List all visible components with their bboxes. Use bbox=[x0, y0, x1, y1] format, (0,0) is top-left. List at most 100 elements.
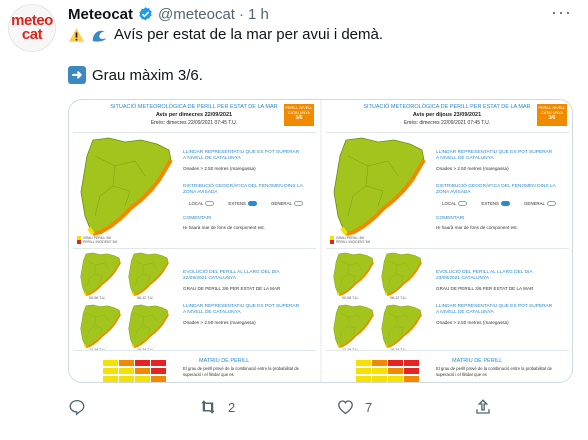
period-map-graphic bbox=[80, 304, 121, 348]
matrix-title: MATRIU DE PERILL bbox=[199, 358, 250, 364]
danger-level-badge: PERILL NIVELL CATALUNYA 3/6 bbox=[284, 104, 314, 126]
option-label: LOCAL bbox=[189, 201, 204, 206]
territory-shape bbox=[80, 304, 121, 348]
matrix-cell bbox=[119, 360, 134, 366]
matrix-cell bbox=[135, 376, 150, 382]
main-map bbox=[73, 136, 177, 236]
period-label: 00-06 T.U. bbox=[89, 296, 106, 300]
tweet-text-2: Grau màxim 3/6. bbox=[92, 66, 203, 84]
matrix-cell bbox=[103, 368, 118, 374]
option-radio bbox=[247, 201, 257, 207]
matrix-cell bbox=[372, 368, 387, 374]
share-button[interactable] bbox=[474, 396, 492, 418]
distribution-option: LOCAL bbox=[189, 201, 215, 207]
retweet-button[interactable]: 2 bbox=[198, 396, 235, 418]
territory-shape bbox=[333, 304, 374, 348]
divider bbox=[326, 248, 569, 249]
matrix-cell bbox=[356, 360, 371, 366]
option-radio bbox=[293, 201, 303, 207]
matrix-cell bbox=[404, 376, 419, 382]
matrix-cell bbox=[404, 360, 419, 366]
heart-icon bbox=[338, 400, 353, 415]
separator-dot: · bbox=[238, 5, 244, 23]
matrix-cell bbox=[135, 368, 150, 374]
divider bbox=[326, 132, 569, 133]
distribution-option: EXTENS bbox=[228, 201, 257, 207]
period-map-graphic bbox=[128, 304, 169, 348]
matrix-cell bbox=[372, 376, 387, 382]
like-count: 7 bbox=[365, 399, 373, 415]
period-map-graphic bbox=[333, 304, 374, 348]
matrix-cell bbox=[372, 360, 387, 366]
period-label: 00-06 T.U. bbox=[342, 296, 359, 300]
matrix-cell bbox=[135, 360, 150, 366]
tweet-header: Meteocat @meteocat · 1 h bbox=[68, 4, 269, 24]
territory-shape bbox=[333, 252, 374, 296]
badge-label: PERILL NIVELL CATALUNYA bbox=[538, 106, 566, 115]
period-map-graphic bbox=[333, 252, 374, 296]
legend-item-b: PERILL INCIDENT 3/6 bbox=[330, 240, 430, 245]
avatar[interactable]: meteo cat bbox=[8, 4, 56, 52]
timestamp[interactable]: 1 h bbox=[248, 6, 269, 23]
territory-shape bbox=[333, 137, 425, 235]
option-radio bbox=[546, 201, 556, 207]
distribution-option: LOCAL bbox=[442, 201, 468, 207]
catalonia-map-graphic bbox=[333, 137, 426, 236]
matrix-cell bbox=[388, 376, 403, 382]
matrix-text: El grau de perill prové de la combinació… bbox=[183, 366, 299, 377]
badge-value: 3/6 bbox=[295, 115, 303, 121]
evolution-title: EVOLUCIÓ DEL PERILL AL LLARG DEL DIA 22/… bbox=[183, 270, 280, 281]
water-wave-icon bbox=[92, 30, 107, 42]
warning-image-right[interactable]: SITUACIÓ METEOROLÒGICA DE PERILL PER EST… bbox=[322, 100, 572, 382]
period-map-graphic bbox=[80, 252, 121, 296]
period-map bbox=[125, 304, 171, 348]
distribution-option: GENERAL bbox=[524, 201, 556, 207]
period-map bbox=[378, 252, 424, 296]
threshold-value: Onades > 2.50 metres (maregassa) bbox=[436, 166, 509, 171]
territory-shape bbox=[128, 304, 169, 348]
period-map bbox=[330, 304, 376, 348]
distribution-option: EXTENS bbox=[481, 201, 510, 207]
catalonia-map-graphic bbox=[80, 137, 173, 236]
legend-item-b: PERILL INCIDENT 3/6 bbox=[77, 240, 177, 245]
tweet-text-line2: ➜ Grau màxim 3/6. bbox=[68, 66, 203, 84]
comment-title: COMENTARI bbox=[183, 216, 212, 221]
matrix-cell bbox=[151, 376, 166, 382]
territory-shape bbox=[381, 252, 422, 296]
threshold2-title: LLINDAR REPRESENTATIU QUE ES POT SUPERAR… bbox=[183, 304, 300, 315]
tweet-actions: 2 7 bbox=[68, 396, 508, 418]
right-arrow-icon: ➜ bbox=[68, 66, 86, 84]
divider bbox=[73, 350, 316, 351]
distribution-title: DISTRIBUCIÓ GEOGRÀFICA DEL FENOMEN DINS … bbox=[436, 184, 556, 195]
matrix-cell bbox=[119, 376, 134, 382]
user-handle[interactable]: @meteocat bbox=[158, 6, 235, 23]
tweet-media[interactable]: SITUACIÓ METEOROLÒGICA DE PERILL PER EST… bbox=[68, 99, 573, 383]
danger-matrix bbox=[75, 356, 169, 382]
reply-button[interactable] bbox=[68, 396, 86, 418]
comment-title: COMENTARI bbox=[436, 216, 465, 221]
threshold2-title: LLINDAR REPRESENTATIU QUE ES POT SUPERAR… bbox=[436, 304, 553, 315]
period-map bbox=[378, 304, 424, 348]
panel-date: Avís per dimecres 22/09/2021 bbox=[155, 112, 233, 118]
divider bbox=[73, 248, 316, 249]
evolution-title: EVOLUCIÓ DEL PERILL AL LLARG DEL DIA 23/… bbox=[436, 270, 533, 281]
comment-text: Hi haurà mar de fons de component est. bbox=[183, 225, 265, 230]
warning-image-left[interactable]: SITUACIÓ METEOROLÒGICA DE PERILL PER EST… bbox=[69, 100, 320, 382]
period-map bbox=[125, 252, 171, 296]
option-label: EXTENS bbox=[481, 201, 499, 206]
territory-shape bbox=[128, 252, 169, 296]
matrix-title: MATRIU DE PERILL bbox=[452, 358, 503, 364]
matrix-cell bbox=[103, 376, 118, 382]
period-map-graphic bbox=[381, 304, 422, 348]
display-name[interactable]: Meteocat bbox=[68, 6, 133, 23]
more-options-icon[interactable]: ··· bbox=[551, 2, 572, 23]
option-label: EXTENS bbox=[228, 201, 246, 206]
threshold2-value: Onades > 2.50 metres (maregassa) bbox=[436, 320, 509, 325]
panel-title: SITUACIÓ METEOROLÒGICA DE PERILL PER EST… bbox=[363, 104, 531, 110]
territory-shape bbox=[381, 304, 422, 348]
matrix-cell bbox=[119, 368, 134, 374]
like-button[interactable]: 7 bbox=[336, 396, 372, 418]
avatar-text-line2: cat bbox=[21, 26, 43, 43]
option-radio bbox=[458, 201, 468, 207]
matrix-cell bbox=[388, 368, 403, 374]
